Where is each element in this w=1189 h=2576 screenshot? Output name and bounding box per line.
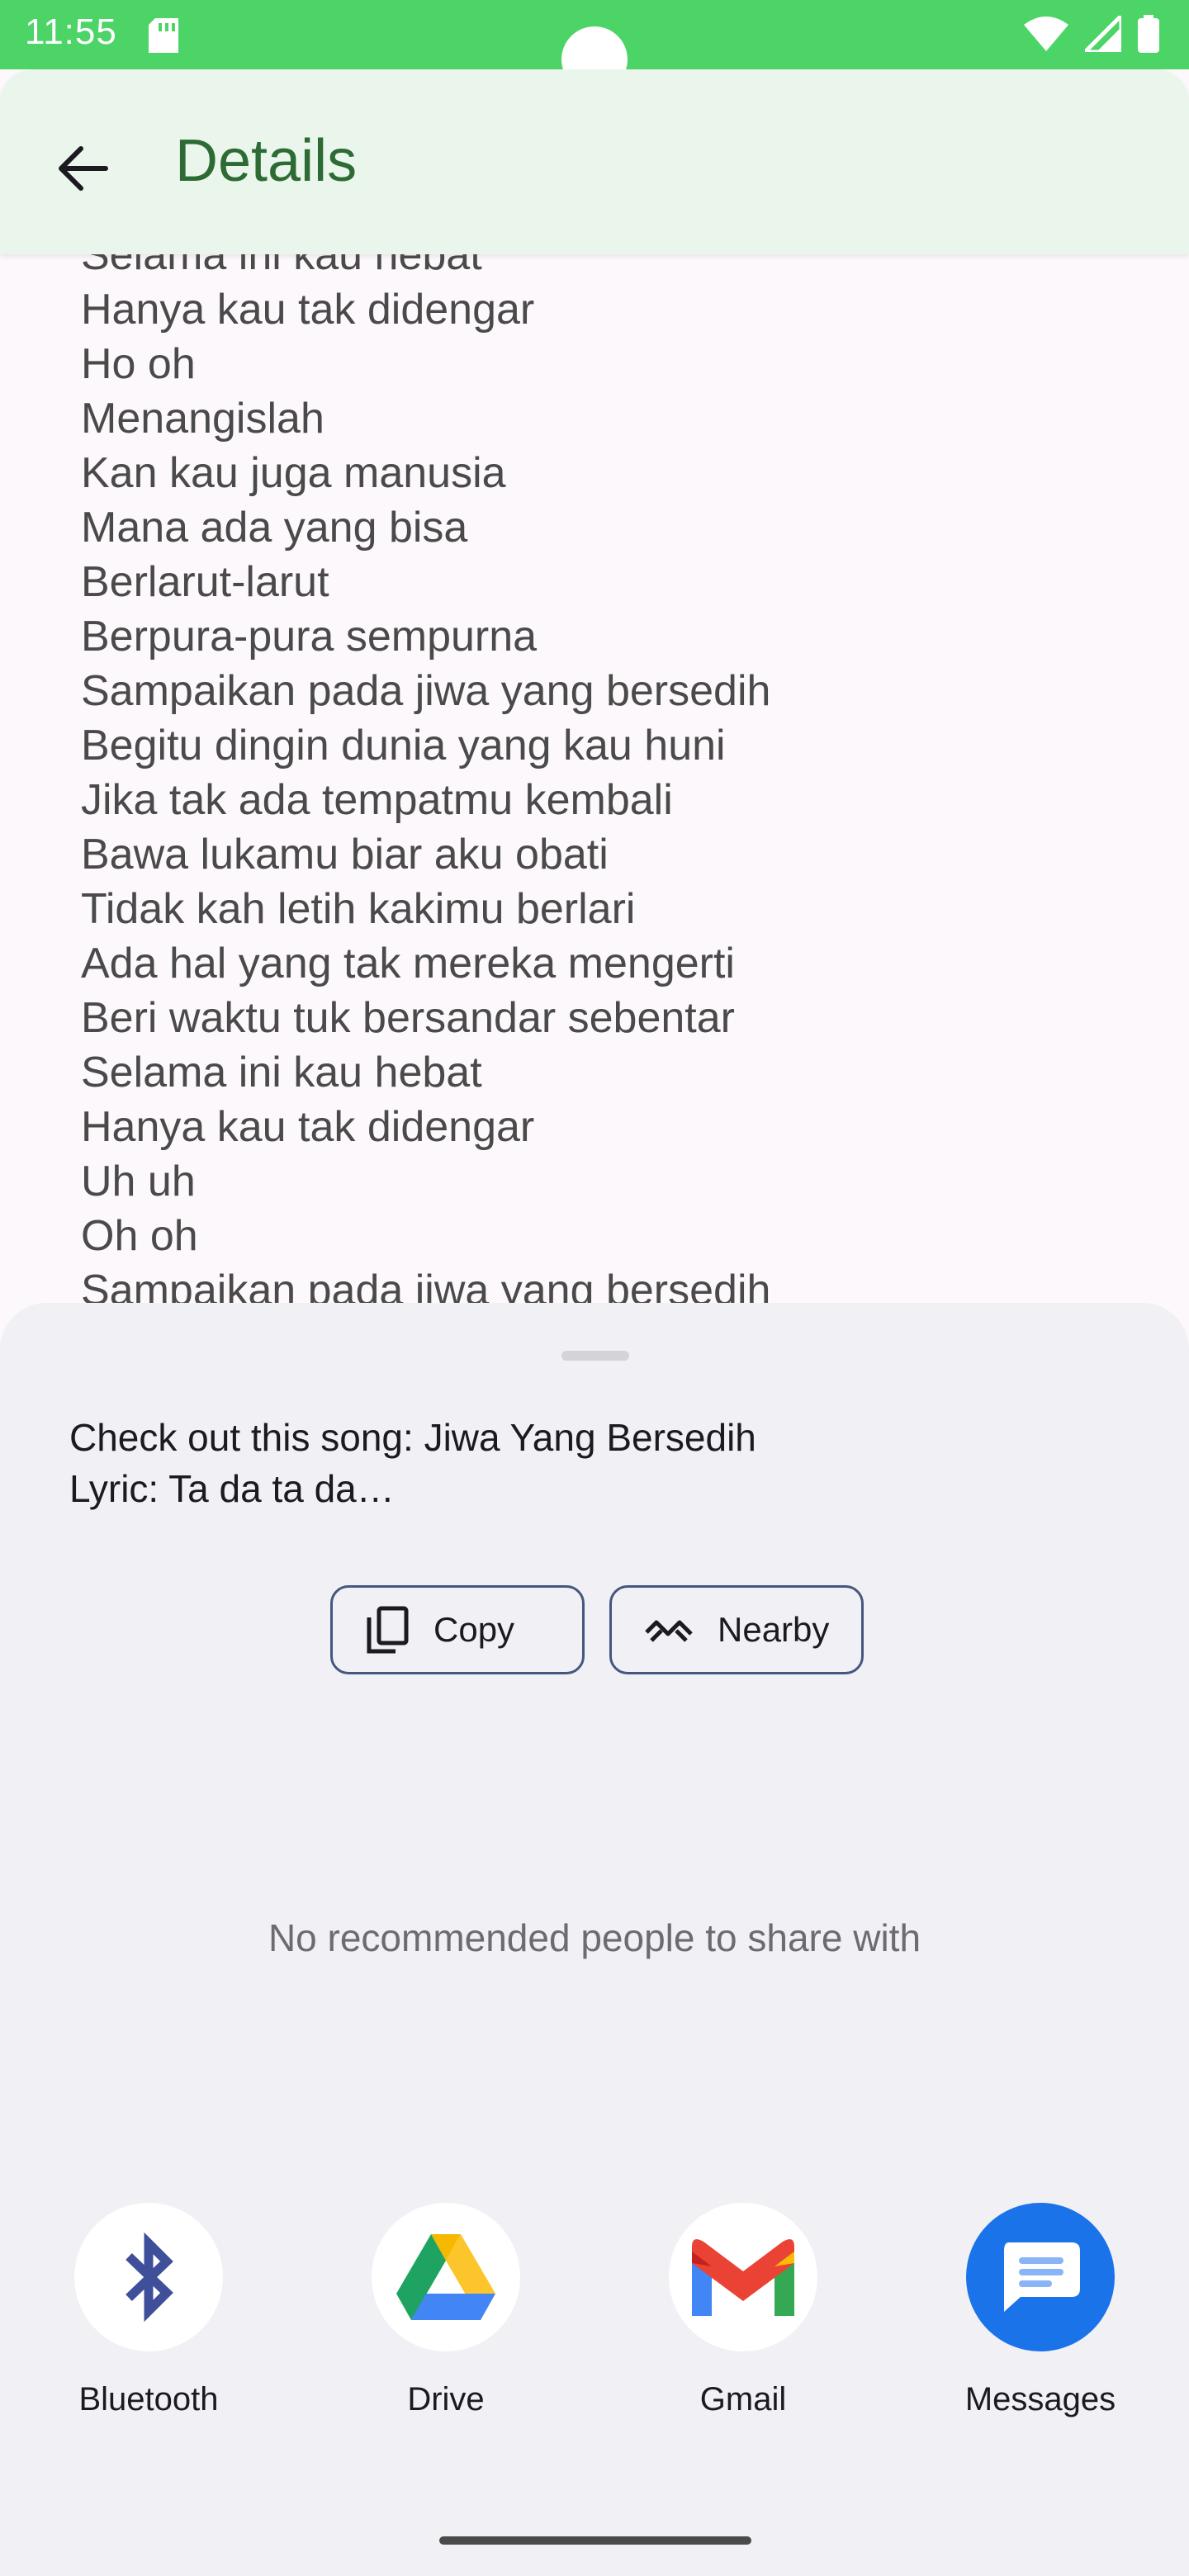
lyric-line: Hanya kau tak didengar [81,1103,535,1151]
wifi-icon [1024,17,1068,55]
lyric-line: Oh oh [81,1212,198,1260]
arrow-back-icon [59,146,108,191]
nearby-button[interactable]: Nearby [609,1585,864,1674]
lyrics-list: Selama ini kau hebat Hanya kau tak dideng… [81,254,770,1303]
drive-icon [372,2203,520,2351]
signal-icon [1079,10,1124,56]
lyric-line: Tidak kah letih kakimu berlari [81,885,636,933]
lyric-line: Sampaikan pada jiwa yang bersedih [81,667,771,715]
bluetooth-icon [74,2203,223,2351]
lyric-line: Selama ini kau hebat [81,1049,482,1096]
lyric-line: Kan kau juga manusia [81,449,506,497]
gesture-nav-handle[interactable] [439,2536,751,2545]
lyric-line: Beri waktu tuk bersandar sebentar [81,994,735,1042]
back-button[interactable] [50,135,116,201]
lyric-line: Ho oh [81,340,196,388]
share-target-messages[interactable]: Messages [933,2203,1148,2418]
lyric-line: Uh uh [81,1158,196,1205]
status-icons [1024,10,1159,57]
lyric-line: Bawa lukamu biar aku obati [81,831,609,878]
battery-icon [1138,15,1159,57]
share-target-bluetooth[interactable]: Bluetooth [41,2203,256,2418]
lyric-line: Jika tak ada tempatmu kembali [81,776,673,824]
nearby-label: Nearby [718,1610,830,1649]
copy-label: Copy [433,1610,515,1649]
share-target-gmail[interactable]: Gmail [636,2203,850,2418]
messages-icon [966,2203,1115,2351]
gmail-icon [669,2203,817,2351]
lyric-line: Begitu dingin dunia yang kau huni [81,722,726,769]
app-label: Bluetooth [78,2381,219,2417]
app-label: Messages [964,2381,1116,2417]
copy-icon [366,1606,409,1654]
lyrics-panel[interactable]: Selama ini kau hebat Hanya kau tak dideng… [0,254,1189,1303]
app-label: Drive [407,2381,485,2417]
share-target-drive[interactable]: Drive [339,2203,553,2418]
lyric-line: Berpura-pura sempurna [81,613,538,661]
app-bar: Details [0,69,1189,254]
status-bar: 11:55 [0,0,1189,92]
app-label: Gmail [699,2381,787,2417]
lyric-line: Mana ada yang bisa [81,504,468,552]
share-sheet: Check out this song: Jiwa Yang Bersedih … [0,1303,1189,2576]
lyric-line: Ada hal yang tak mereka mengerti [81,940,735,987]
sd-card-icon [149,18,178,57]
lyric-line: Hanya kau tak didengar [81,286,535,334]
drag-handle[interactable] [561,1351,629,1361]
share-preview-text: Check out this song: Jiwa Yang Bersedih … [69,1416,756,1510]
status-time: 11:55 [25,12,117,52]
page-title: Details [175,128,358,194]
copy-button[interactable]: Copy [330,1585,585,1674]
nearby-share-icon [645,1617,693,1642]
lyric-line: Berlarut-larut [81,558,329,606]
lyric-line: Selama ini kau hebat [81,254,482,279]
lyric-line: Menangislah [81,395,324,443]
no-recommended-people-text: No recommended people to share with [268,1916,921,1959]
lyric-line: Sampaikan pada jiwa yang bersedih [81,1267,771,1303]
